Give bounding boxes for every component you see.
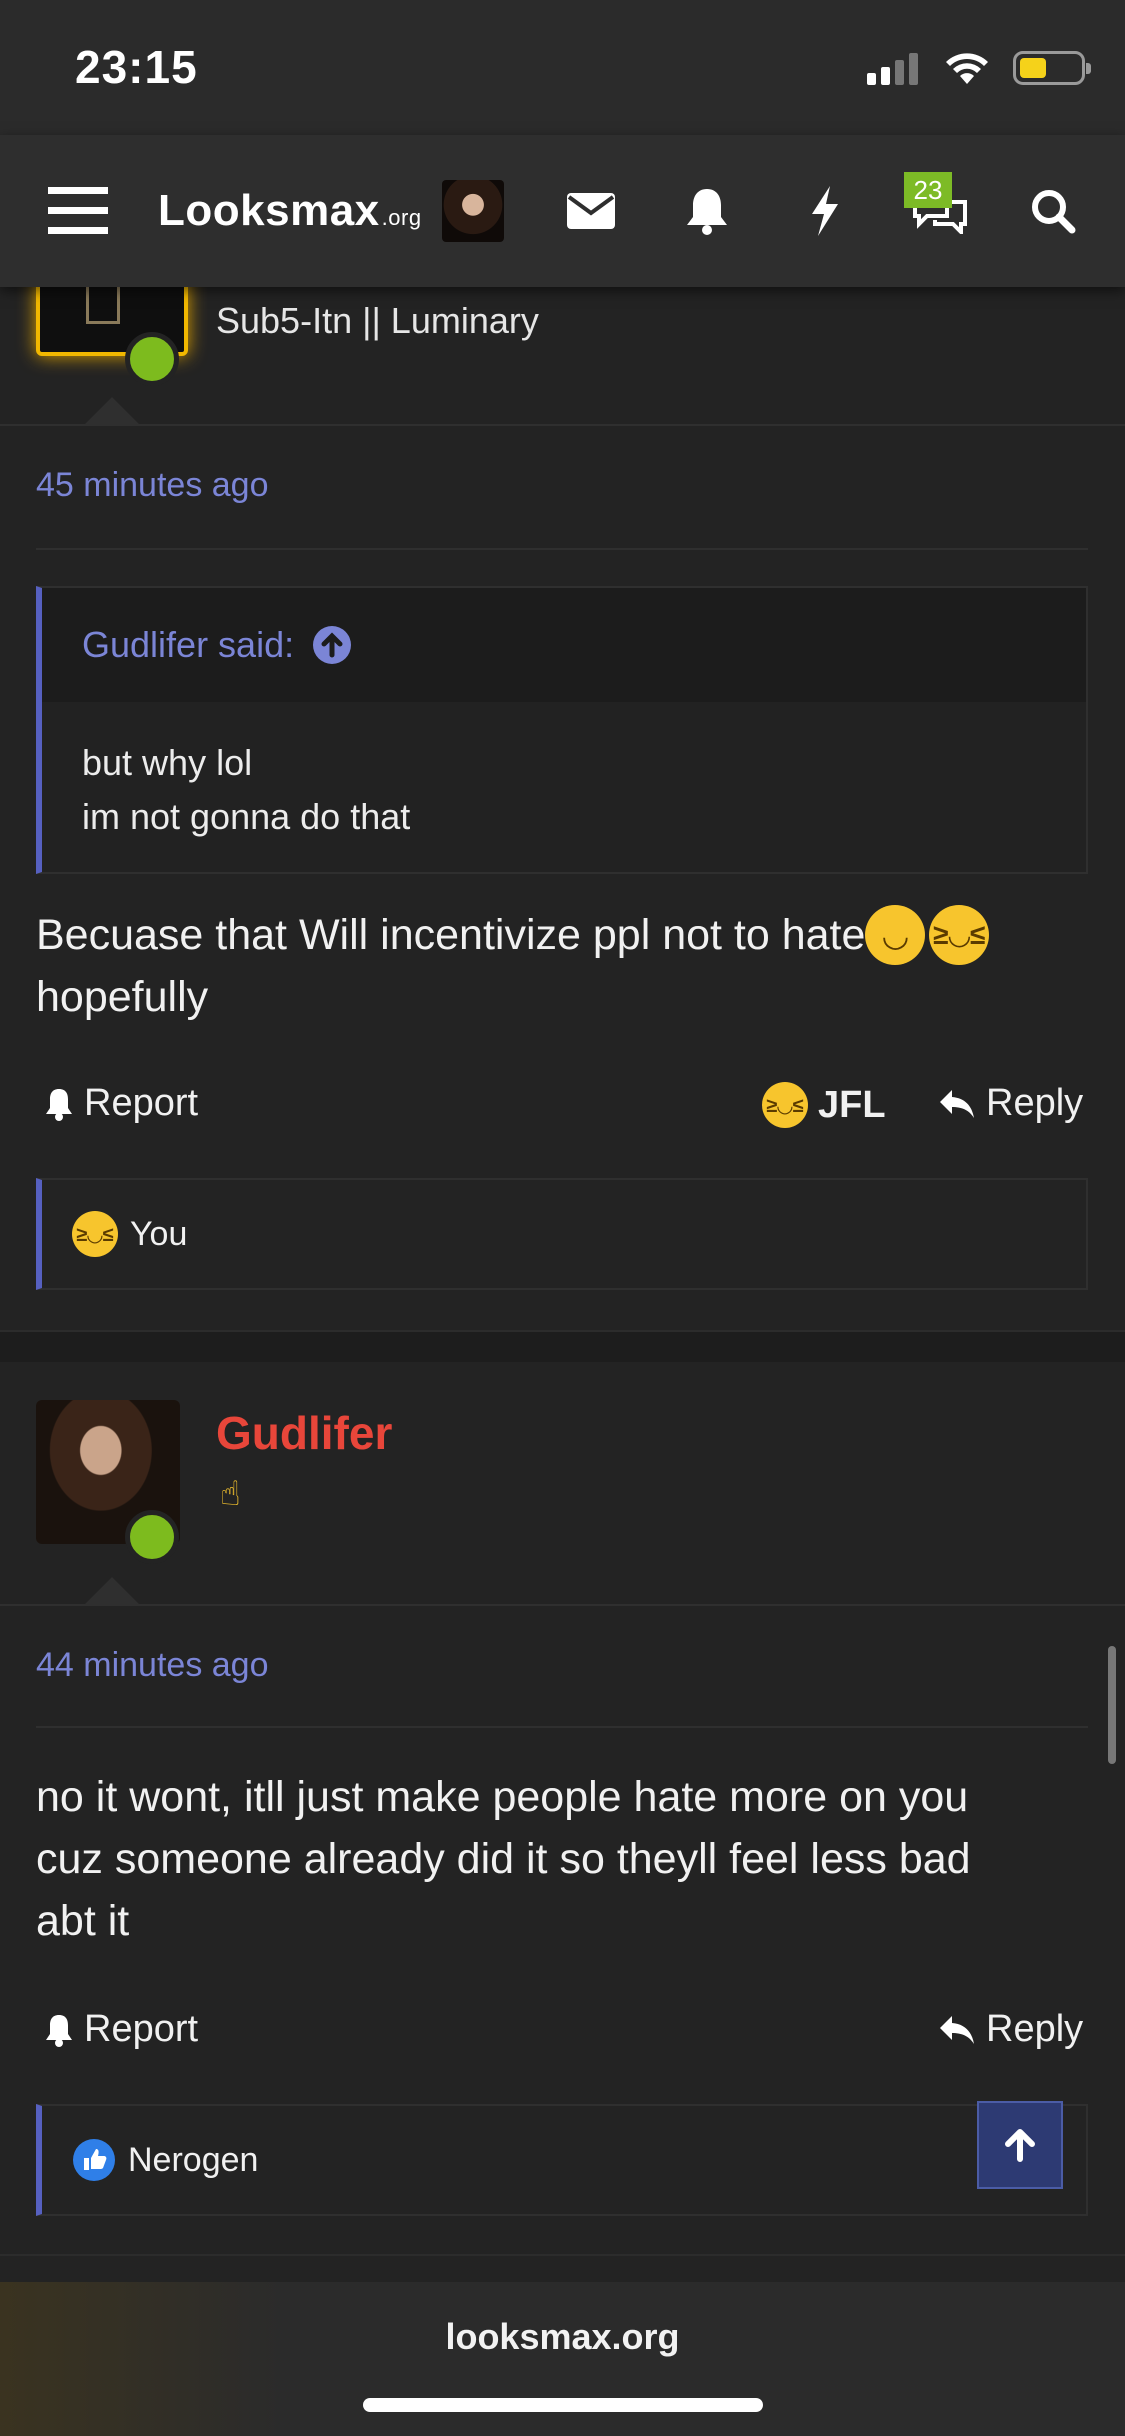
username[interactable]: Gudlifer [216, 1406, 392, 1460]
post-body: Becuase that Will incentivize ppl not to… [36, 904, 1086, 1028]
online-status-dot [125, 1510, 179, 1564]
reactions-user[interactable]: Nerogen [128, 2141, 258, 2180]
chat-bubbles-icon[interactable] [900, 135, 980, 287]
home-indicator[interactable] [363, 2398, 763, 2412]
address-bar[interactable]: looksmax.org [0, 2316, 1125, 2358]
reply-arrow-icon [940, 1089, 974, 1118]
chat-count-badge: 23 [904, 172, 952, 208]
smiley-emoji-icon: ◡ [865, 905, 926, 965]
laughing-tears-emoji-icon: ≥◡≤ [929, 905, 990, 965]
crying-laughing-emoji-icon: ≥◡≤ [762, 1082, 808, 1128]
message-pointer [84, 1577, 140, 1605]
arrow-up-icon [1005, 2129, 1035, 2162]
message-pointer [84, 397, 140, 425]
wifi-icon [946, 53, 988, 84]
thumbs-up-icon [73, 2139, 115, 2181]
scroll-to-top-button[interactable] [977, 2101, 1063, 2189]
post-body: no it wont, itll just make people hate m… [36, 1766, 1086, 1952]
avatar-image [442, 180, 504, 242]
report-link[interactable]: Report [44, 1082, 198, 1125]
report-label: Report [84, 1082, 199, 1124]
divider [36, 1726, 1088, 1728]
account-avatar[interactable] [440, 135, 506, 287]
post-timestamp[interactable]: 45 minutes ago [36, 466, 269, 505]
arrow-up-circle-icon[interactable] [312, 625, 352, 665]
reply-link[interactable]: Reply [938, 1082, 1083, 1125]
reaction-label: JFL [818, 1083, 886, 1126]
quote-header[interactable]: Gudlifer said: [42, 588, 1086, 702]
divider [0, 424, 1125, 426]
lightning-icon[interactable] [790, 135, 860, 287]
report-label: Report [84, 2008, 199, 2050]
post-text-line: Becuase that Will incentivize ppl not to… [36, 911, 866, 959]
battery-icon [1013, 51, 1091, 85]
divider [0, 1604, 1125, 1606]
reaction-button[interactable]: ≥◡≤ JFL [762, 1082, 886, 1128]
bell-icon[interactable] [672, 135, 742, 287]
hamburger-icon[interactable] [40, 135, 116, 287]
browser-bottom-bar: looksmax.org [0, 2282, 1125, 2436]
middle-finger-emoji-icon: ☝ [220, 1475, 241, 1513]
post-text-line: no it wont, itll just make people hate m… [36, 1773, 969, 1821]
reactions-summary[interactable]: Nerogen [36, 2104, 1088, 2216]
scrollbar[interactable] [1108, 1646, 1116, 1764]
reply-label: Reply [986, 2008, 1084, 2050]
reactions-summary[interactable]: ≥◡≤ You [36, 1178, 1088, 1290]
reply-link[interactable]: Reply [938, 2008, 1083, 2051]
reply-label: Reply [986, 1082, 1084, 1124]
post-timestamp[interactable]: 44 minutes ago [36, 1646, 269, 1685]
status-time: 23:15 [75, 41, 198, 93]
quote-body: but why lol im not gonna do that [42, 702, 1086, 837]
quote-line: but why lol [82, 742, 253, 783]
logo-suffix-text: .org [381, 205, 422, 230]
bell-icon [46, 1088, 72, 1121]
status-bar: 23:15 [0, 0, 1125, 135]
quote-author[interactable]: Gudlifer said: [82, 624, 294, 666]
crying-laughing-emoji-icon: ≥◡≤ [72, 1211, 118, 1257]
top-navbar: Looksmax.org [0, 135, 1125, 287]
online-status-dot [125, 332, 179, 386]
reply-arrow-icon [940, 2015, 974, 2044]
bell-icon [46, 2014, 72, 2047]
post-text-line: hopefully [36, 973, 209, 1021]
report-link[interactable]: Report [44, 2008, 198, 2051]
search-icon[interactable] [1018, 135, 1088, 287]
logo-main-text: Looksmax [158, 186, 380, 235]
user-title: Sub5-Itn || Luminary [216, 300, 539, 341]
status-icons [867, 48, 1091, 88]
post-separator [0, 2254, 1125, 2256]
post-text-line: abt it [36, 1897, 130, 1945]
quote-line: im not gonna do that [82, 796, 411, 837]
reactions-user[interactable]: You [130, 1215, 187, 1254]
cellular-signal-icon [867, 53, 918, 85]
post-text-line: cuz someone already did it so theyll fee… [36, 1835, 971, 1883]
site-logo[interactable]: Looksmax.org [158, 135, 421, 287]
quote-block: Gudlifer said: but why lol im not gonna … [36, 586, 1088, 874]
envelope-icon[interactable] [556, 135, 626, 287]
post-gap [0, 1332, 1125, 1362]
divider [36, 548, 1088, 550]
